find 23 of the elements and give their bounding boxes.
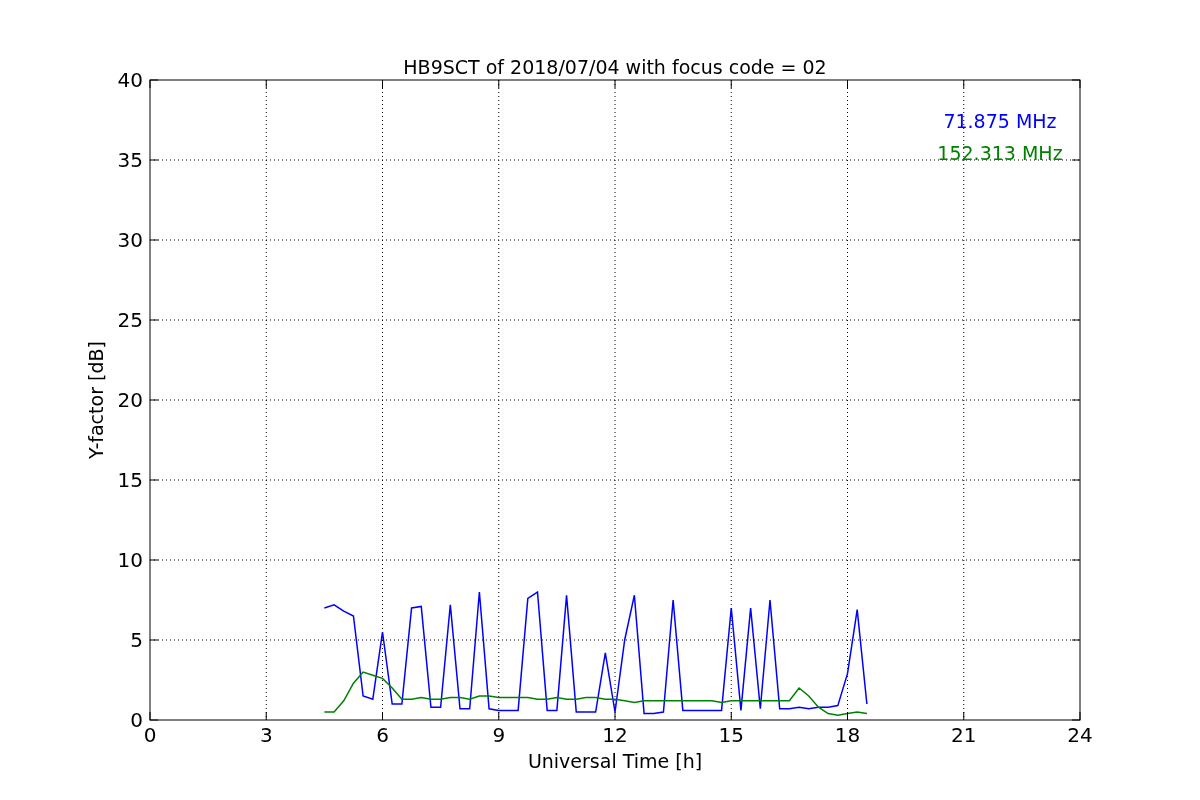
- x-tick-label: 0: [143, 723, 157, 747]
- y-tick-label: 40: [117, 68, 143, 92]
- x-tick-label: 6: [376, 723, 389, 747]
- x-tick-label: 3: [259, 723, 273, 747]
- x-tick-label: 9: [492, 723, 506, 747]
- y-tick-label: 10: [117, 548, 143, 572]
- x-axis-label: Universal Time [h]: [527, 750, 703, 772]
- legend-label: 71.875 MHz: [943, 110, 1057, 132]
- y-tick-label: 30: [117, 228, 143, 252]
- y-tick-label: 0: [130, 708, 143, 732]
- x-tick-label: 12: [602, 723, 628, 747]
- y-tick-label: 35: [117, 148, 143, 172]
- x-tick-label: 18: [834, 723, 861, 747]
- y-axis-label: Y-factor [dB]: [85, 341, 107, 459]
- x-tick-label: 21: [951, 723, 977, 747]
- y-tick-label: 25: [117, 308, 143, 332]
- x-tick-label: 24: [1067, 723, 1093, 747]
- y-tick-label: 15: [117, 468, 143, 492]
- legend-label: 152.313 MHz: [937, 142, 1063, 164]
- chart-title: HB9SCT of 2018/07/04 with focus code = 02: [403, 56, 827, 78]
- y-tick-label: 5: [130, 628, 143, 652]
- y-tick-label: 20: [117, 388, 143, 412]
- x-tick-label: 15: [718, 723, 744, 747]
